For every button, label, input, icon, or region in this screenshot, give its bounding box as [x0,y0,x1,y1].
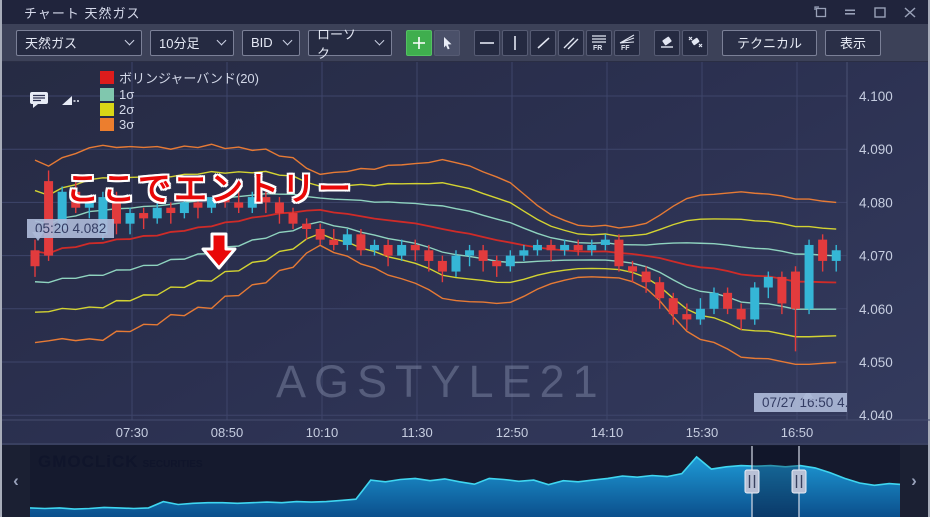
legend-swatch-icon [100,118,114,131]
legend-item: ボリンジャーバンド(20) [100,68,259,87]
parallel-lines-tool-button[interactable] [558,30,584,56]
chart-legend: ボリンジャーバンド(20)1σ2σ3σ [28,68,259,132]
display-settings-button[interactable]: 表示 [825,30,881,56]
trend-line-tool-button[interactable] [530,30,556,56]
clear-all-drawings-button[interactable] [682,30,708,56]
legend-item: 3σ [100,117,259,132]
legend-item: 2σ [100,102,259,117]
toolbar: 天然ガス 10分足 BID ローソク [2,24,928,62]
fr-label: FR [593,45,602,51]
window-title: チャート 天然ガス [24,3,812,22]
legend-swatch-icon [100,103,114,116]
entry-annotation-text: ここでエントリー [66,162,354,210]
chevron-down-icon [125,36,135,46]
title-bar: チャート 天然ガス [2,0,928,24]
chevron-down-icon [217,36,227,46]
svg-text:16:50: 16:50 [781,425,814,440]
horizontal-line-tool-button[interactable] [474,30,500,56]
window-popout-icon[interactable] [812,5,828,19]
chart-area: 4.100 4.090 4.080 4.070 4.060 4.050 4.040 07:30… [2,62,928,443]
price-type-select[interactable]: BID [242,30,300,56]
price-tooltip-top: 05:20 4.082 [27,219,114,238]
window-controls [812,5,918,19]
legend-swatch-icon [100,88,114,101]
legend-label: ボリンジャーバンド(20) [119,68,259,87]
cursor-button[interactable] [434,30,460,56]
svg-text:11:30: 11:30 [401,425,433,440]
chevron-down-icon [375,36,385,46]
eraser-tool-button[interactable] [654,30,680,56]
svg-text:12:50: 12:50 [496,425,529,440]
interval-select[interactable]: 10分足 [150,30,234,56]
svg-text:07:30: 07:30 [116,425,149,440]
navigator-scroll-left-button[interactable]: ‹ [2,445,30,517]
legend-label: 1σ [119,87,134,102]
crosshair-button[interactable] [406,30,432,56]
symbol-select[interactable]: 天然ガス [16,30,142,56]
technical-indicators-button[interactable]: テクニカル [722,30,817,56]
broker-logo-main: GMOCLiCK [38,452,139,472]
svg-text:4.070: 4.070 [859,249,893,264]
vertical-line-tool-button[interactable] [502,30,528,56]
navigator-scroll-right-button[interactable]: › [900,445,928,517]
chart-window: チャート 天然ガス 天然ガス 10分足 BID [0,0,930,517]
watermark-text: AGSTYLE21 [276,356,606,408]
comment-bubble-icon[interactable] [28,90,50,110]
svg-text:15:30: 15:30 [686,425,719,440]
svg-text:4.050: 4.050 [859,355,893,370]
window-minimize-icon[interactable] [842,5,858,19]
svg-text:4.100: 4.100 [859,89,893,104]
fibonacci-fan-tool-button[interactable]: FF [614,30,640,56]
chevron-down-icon [283,36,293,46]
svg-text:4.090: 4.090 [859,142,893,157]
chart-type-select[interactable]: ローソク [308,30,392,56]
svg-text:14:10: 14:10 [591,425,624,440]
legend-label: 3σ [119,117,134,132]
legend-swatch-icon [100,71,114,84]
broker-logo-sub: SECURITIES [143,459,203,470]
fibonacci-retracement-tool-button[interactable]: FR [586,30,612,56]
ff-label: FF [621,45,630,51]
broker-logo: GMOCLiCK SECURITIES [38,452,203,472]
svg-text:4.040: 4.040 [859,408,893,423]
svg-text:10:10: 10:10 [306,425,339,440]
window-maximize-icon[interactable] [872,5,888,19]
legend-items: ボリンジャーバンド(20)1σ2σ3σ [92,68,259,132]
entry-arrow-down-icon [199,232,239,272]
price-tooltip-bottom: 07/27 16:50 4.0 [754,393,847,412]
window-close-icon[interactable] [902,5,918,19]
trend-angle-icon[interactable] [60,90,82,110]
legend-item: 1σ [100,87,259,102]
svg-text:4.080: 4.080 [859,195,893,210]
svg-text:4.060: 4.060 [859,302,893,317]
legend-label: 2σ [119,102,134,117]
svg-text:08:50: 08:50 [211,425,244,440]
